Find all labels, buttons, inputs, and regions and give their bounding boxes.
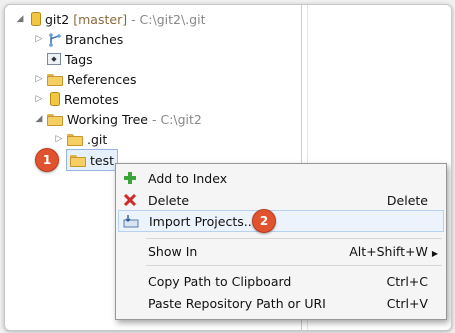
working-tree-label: Working Tree bbox=[67, 111, 148, 127]
collapsed-arrow-icon[interactable]: ▷ bbox=[34, 29, 44, 49]
branches-icon bbox=[47, 32, 61, 47]
tree-node-dot-git[interactable]: ▷ .git bbox=[54, 129, 108, 149]
collapsed-arrow-icon[interactable]: ▷ bbox=[34, 89, 44, 109]
git-repositories-view: ◢ git2 [master] - C:\git2\.git ▷ Branche… bbox=[4, 4, 452, 331]
menu-item-copy-path[interactable]: Copy Path to Clipboard Ctrl+C bbox=[118, 270, 444, 292]
test-label: test bbox=[90, 152, 115, 168]
branches-label: Branches bbox=[65, 31, 124, 47]
folder-open-icon bbox=[47, 114, 63, 126]
working-tree-path: - C:\git2 bbox=[151, 111, 202, 127]
menu-item-shortcut: Alt+Shift+W ▶ bbox=[349, 244, 444, 259]
submenu-arrow-icon: ▶ bbox=[431, 248, 438, 258]
folder-icon bbox=[67, 134, 83, 146]
tags-label: Tags bbox=[65, 51, 93, 67]
menu-item-label: Paste Repository Path or URI bbox=[148, 295, 326, 311]
expanded-arrow-icon[interactable]: ◢ bbox=[15, 9, 25, 29]
menu-item-label: Import Projects... bbox=[149, 213, 256, 229]
collapsed-arrow-icon[interactable]: ▷ bbox=[54, 129, 64, 149]
repo-path: - C:\git2\.git bbox=[131, 11, 206, 27]
tree-node-test[interactable]: test bbox=[66, 149, 119, 171]
repo-name: git2 bbox=[45, 11, 70, 27]
import-icon bbox=[119, 214, 143, 228]
menu-separator bbox=[146, 238, 442, 239]
tree-node-working-tree[interactable]: ◢ Working Tree - C:\git2 bbox=[34, 109, 202, 129]
shortcut-text: Alt+Shift+W bbox=[349, 243, 428, 259]
folder-icon bbox=[47, 74, 63, 86]
tree-node-remotes[interactable]: ▷ Remotes bbox=[34, 89, 119, 109]
tree-node-tags[interactable]: ◆ Tags bbox=[47, 49, 93, 69]
collapsed-arrow-icon[interactable]: ▷ bbox=[34, 69, 44, 89]
menu-item-label: Show In bbox=[148, 243, 198, 259]
plus-icon bbox=[118, 171, 142, 185]
menu-item-label: Delete bbox=[148, 192, 190, 208]
references-label: References bbox=[67, 71, 137, 87]
menu-item-add-to-index[interactable]: Add to Index bbox=[118, 167, 444, 189]
repository-icon bbox=[31, 12, 41, 26]
expanded-arrow-icon[interactable]: ◢ bbox=[34, 109, 44, 129]
tree-node-repo-git2[interactable]: ◢ git2 [master] - C:\git2\.git bbox=[15, 9, 206, 29]
folder-open-icon bbox=[70, 155, 86, 167]
step-badge-2: 2 bbox=[252, 209, 276, 233]
menu-item-shortcut: Delete bbox=[386, 192, 428, 208]
menu-item-show-in[interactable]: Show In Alt+Shift+W ▶ bbox=[118, 240, 444, 262]
tags-icon: ◆ bbox=[47, 53, 61, 65]
remotes-label: Remotes bbox=[64, 91, 119, 107]
context-menu: Add to Index Delete Delete Import Projec… bbox=[115, 163, 447, 320]
remotes-icon bbox=[50, 92, 60, 106]
menu-separator bbox=[146, 265, 442, 266]
tree-node-branches[interactable]: ▷ Branches bbox=[34, 29, 123, 49]
menu-item-label: Add to Index bbox=[148, 170, 228, 186]
step-badge-1: 1 bbox=[35, 148, 59, 172]
menu-item-paste-repository-path[interactable]: Paste Repository Path or URI Ctrl+V bbox=[118, 292, 444, 314]
menu-item-delete[interactable]: Delete Delete bbox=[118, 189, 444, 211]
menu-item-import-projects[interactable]: Import Projects... bbox=[118, 210, 444, 232]
tree-node-references[interactable]: ▷ References bbox=[34, 69, 137, 89]
dot-git-label: .git bbox=[87, 131, 108, 147]
menu-item-shortcut: Ctrl+V bbox=[386, 295, 428, 311]
red-x-icon bbox=[118, 193, 142, 207]
menu-item-label: Copy Path to Clipboard bbox=[148, 273, 292, 289]
menu-item-shortcut: Ctrl+C bbox=[386, 273, 428, 289]
repo-branch: [master] bbox=[73, 11, 128, 27]
